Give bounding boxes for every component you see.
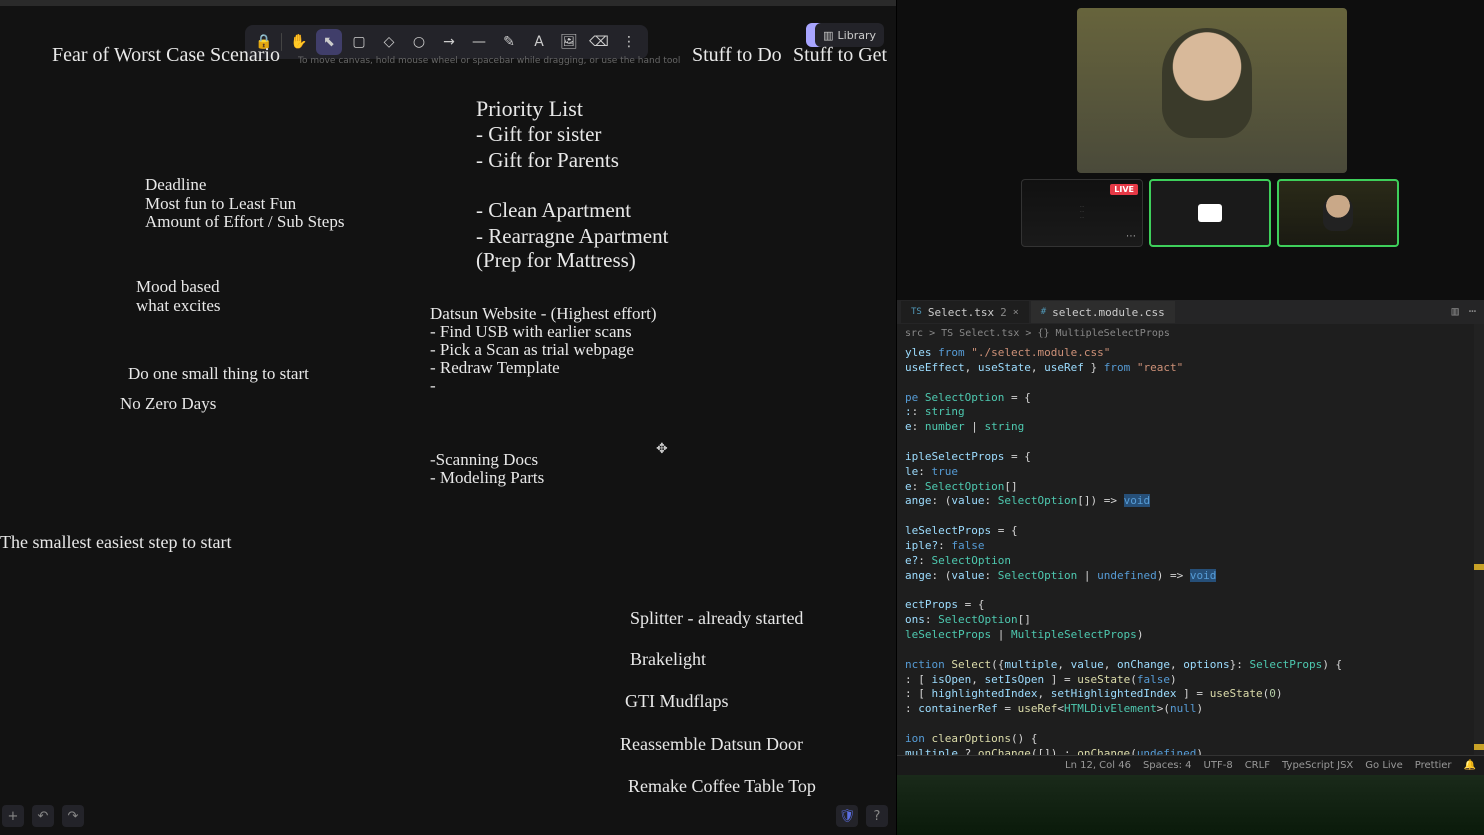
camera-off-icon	[1198, 204, 1222, 222]
drawing-toolbar: 🔒 ✋ ⬉ ▢ ◇ ○ → — ✎ A 🖼 ⌫ ⋮	[245, 25, 648, 59]
draw-tool[interactable]: ✎	[496, 29, 522, 55]
scan-2[interactable]: - Modeling Parts	[430, 468, 544, 488]
status-lang[interactable]: TypeScript JSX	[1282, 760, 1353, 771]
status-prettier[interactable]: Prettier	[1415, 760, 1452, 771]
ts-icon: TS	[911, 307, 922, 317]
tab-suffix: 2	[1000, 306, 1007, 319]
text-tool[interactable]: A	[526, 29, 552, 55]
tab-select-tsx[interactable]: TS Select.tsx 2 ×	[901, 301, 1029, 323]
note-smallthing[interactable]: Do one small thing to start	[128, 364, 309, 384]
browser-chrome	[0, 0, 896, 6]
split-editor-icon[interactable]: ▥	[1452, 304, 1459, 318]
video-conference: ········· LIVE ⋯	[897, 0, 1484, 300]
minimap[interactable]	[1474, 324, 1484, 755]
tab-close-icon[interactable]: ×	[1013, 307, 1019, 318]
note-nozero[interactable]: No Zero Days	[120, 394, 216, 414]
stream-and-editor: ········· LIVE ⋯ TS Select.tsx 2 × # sel…	[897, 0, 1484, 835]
heading-toget[interactable]: Stuff to Get	[793, 44, 887, 67]
more-tool[interactable]: ⋮	[616, 29, 642, 55]
hand-tool[interactable]: ✋	[286, 29, 312, 55]
new-button[interactable]: +	[2, 805, 24, 827]
tab-select-css[interactable]: # select.module.css	[1031, 301, 1175, 323]
undo-button[interactable]: ↶	[32, 805, 54, 827]
note-mood[interactable]: Mood based what excites	[136, 278, 221, 315]
main-camera[interactable]	[1077, 8, 1347, 173]
code-editor: TS Select.tsx 2 × # select.module.css ▥ …	[897, 300, 1484, 755]
eraser-tool[interactable]: ⌫	[586, 29, 612, 55]
priority-item-2[interactable]: - Gift for Parents	[476, 148, 619, 173]
heading-todo[interactable]: Stuff to Do	[692, 44, 782, 67]
diamond-tool[interactable]: ◇	[376, 29, 402, 55]
proj-3[interactable]: GTI Mudflaps	[625, 691, 728, 712]
toolbar-divider	[281, 33, 282, 51]
note-smallest[interactable]: The smallest easiest step to start	[0, 532, 231, 553]
shield-icon[interactable]: 🛡	[836, 805, 858, 827]
arrow-tool[interactable]: →	[436, 29, 462, 55]
library-label: Library	[838, 29, 876, 42]
datsun-4[interactable]: -	[430, 376, 436, 396]
image-tool[interactable]: 🖼	[556, 29, 582, 55]
priority-title[interactable]: Priority List	[476, 96, 583, 122]
proj-5[interactable]: Remake Coffee Table Top	[628, 776, 816, 797]
status-ln-col[interactable]: Ln 12, Col 46	[1065, 760, 1131, 771]
library-icon: ▥	[823, 29, 833, 42]
priority-item-4[interactable]: - Rearragne Apartment (Prep for Mattress…	[476, 224, 668, 272]
datsun-title[interactable]: Datsun Website - (Highest effort)	[430, 304, 657, 324]
guest-avatar	[1323, 195, 1353, 231]
redo-button[interactable]: ↷	[62, 805, 84, 827]
tab-label-2: select.module.css	[1052, 306, 1165, 319]
editor-tabs: TS Select.tsx 2 × # select.module.css ▥ …	[897, 300, 1484, 324]
excalidraw-canvas[interactable]: 🔒 ✋ ⬉ ▢ ◇ ○ → — ✎ A 🖼 ⌫ ⋮ ▥ Library To m…	[0, 0, 897, 835]
status-golive[interactable]: Go Live	[1365, 760, 1402, 771]
move-cursor: ✥	[656, 441, 668, 457]
ellipse-tool[interactable]: ○	[406, 29, 432, 55]
thumb-screen[interactable]: ········· LIVE ⋯	[1021, 179, 1143, 247]
selection-tool[interactable]: ⬉	[316, 29, 342, 55]
code-content[interactable]: yles from "./select.module.css" useEffec…	[897, 342, 1484, 755]
priority-item-3[interactable]: - Clean Apartment	[476, 198, 631, 223]
status-bar: Ln 12, Col 46 Spaces: 4 UTF-8 CRLF TypeS…	[897, 755, 1484, 775]
tab-label: Select.tsx	[928, 306, 994, 319]
heading-fear[interactable]: Fear of Worst Case Scenario	[52, 44, 280, 67]
breadcrumb[interactable]: src > TS Select.tsx > {} MultipleSelectP…	[897, 324, 1484, 342]
help-button[interactable]: ?	[866, 805, 888, 827]
proj-2[interactable]: Brakelight	[630, 649, 706, 670]
status-eol[interactable]: CRLF	[1245, 760, 1270, 771]
datsun-3[interactable]: - Redraw Template	[430, 358, 560, 378]
toolbar-hint: To move canvas, hold mouse wheel or spac…	[298, 56, 680, 66]
note-strategies[interactable]: Deadline Most fun to Least Fun Amount of…	[145, 176, 344, 232]
datsun-1[interactable]: - Find USB with earlier scans	[430, 322, 632, 342]
thumb-camera-off[interactable]	[1149, 179, 1271, 247]
priority-item-1[interactable]: - Gift for sister	[476, 122, 601, 147]
line-tool[interactable]: —	[466, 29, 492, 55]
datsun-2[interactable]: - Pick a Scan as trial webpage	[430, 340, 634, 360]
css-icon: #	[1041, 307, 1046, 317]
desk-background	[897, 775, 1484, 835]
rectangle-tool[interactable]: ▢	[346, 29, 372, 55]
editor-more-icon[interactable]: ⋯	[1469, 304, 1476, 318]
proj-1[interactable]: Splitter - already started	[630, 608, 803, 629]
proj-4[interactable]: Reassemble Datsun Door	[620, 734, 803, 755]
scan-1[interactable]: -Scanning Docs	[430, 450, 538, 470]
status-encoding[interactable]: UTF-8	[1204, 760, 1233, 771]
status-bell-icon[interactable]: 🔔	[1464, 760, 1476, 771]
live-badge: LIVE	[1110, 184, 1138, 195]
thumb-guest[interactable]	[1277, 179, 1399, 247]
thumb-menu-icon[interactable]: ⋯	[1126, 231, 1136, 242]
status-spaces[interactable]: Spaces: 4	[1143, 760, 1192, 771]
